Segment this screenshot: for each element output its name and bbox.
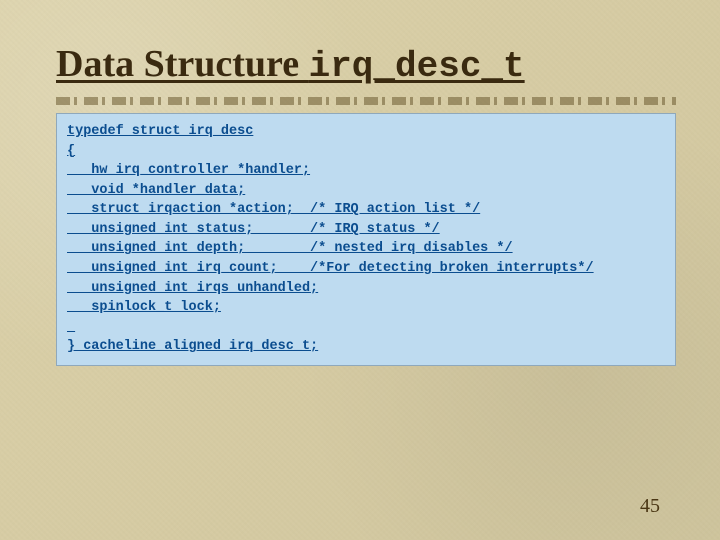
page-number: 45: [640, 495, 660, 518]
code-line: spinlock_t lock;: [67, 300, 221, 315]
title-mono: irq_desc_t: [309, 46, 525, 87]
code-line: unsigned int irq_count; /*For detecting …: [67, 261, 594, 276]
code-blank-line: [67, 318, 665, 338]
code-line: {: [67, 144, 75, 159]
code-line: unsigned int depth; /* nested irq disabl…: [67, 241, 513, 256]
page-title: Data Structure irq_desc_t: [56, 42, 676, 87]
code-line: void *handler_data;: [67, 183, 245, 198]
code-line: hw_irq_controller *handler;: [67, 163, 310, 178]
title-prefix: Data Structure: [56, 43, 309, 85]
code-line: unsigned int irqs_unhandled;: [67, 281, 318, 296]
code-closing: } cacheline_aligned irq_desc_t;: [67, 339, 318, 354]
slide-content: Data Structure irq_desc_t typedef struct…: [56, 42, 676, 366]
title-divider: [56, 97, 676, 105]
code-line: typedef struct irq_desc: [67, 124, 253, 139]
code-line: struct irqaction *action; /* IRQ action …: [67, 202, 480, 217]
code-block: typedef struct irq_desc { hw_irq_control…: [56, 113, 676, 366]
code-line: unsigned int status; /* IRQ status */: [67, 222, 440, 237]
